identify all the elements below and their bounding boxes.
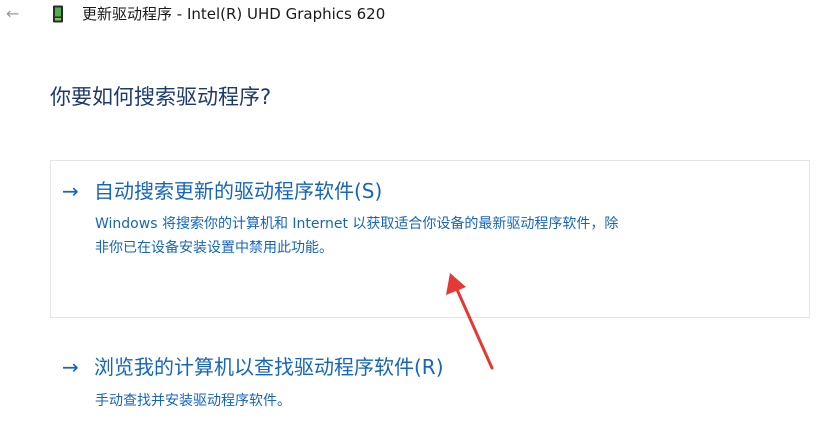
- window-title: 更新驱动程序 - Intel(R) UHD Graphics 620: [82, 5, 386, 23]
- page-title: 你要如何搜索驱动程序?: [50, 85, 272, 109]
- arrow-right-icon: →: [62, 355, 79, 379]
- graphics-card-icon: [53, 5, 63, 23]
- arrow-right-icon: →: [62, 179, 79, 203]
- browse-computer-description: 手动查找并安装驱动程序软件。: [95, 393, 291, 409]
- auto-search-description-line2: 非你已在设备安装设置中禁用此功能。: [95, 240, 333, 256]
- back-arrow-icon[interactable]: ←: [6, 4, 19, 24]
- auto-search-driver-link[interactable]: 自动搜索更新的驱动程序软件(S): [94, 178, 382, 204]
- update-driver-dialog: ← 更新驱动程序 - Intel(R) UHD Graphics 620 你要如…: [0, 0, 818, 445]
- auto-search-description-line1: Windows 将搜索你的计算机和 Internet 以获取适合你设备的最新驱动…: [95, 216, 619, 232]
- browse-computer-driver-link[interactable]: 浏览我的计算机以查找驱动程序软件(R): [94, 354, 444, 380]
